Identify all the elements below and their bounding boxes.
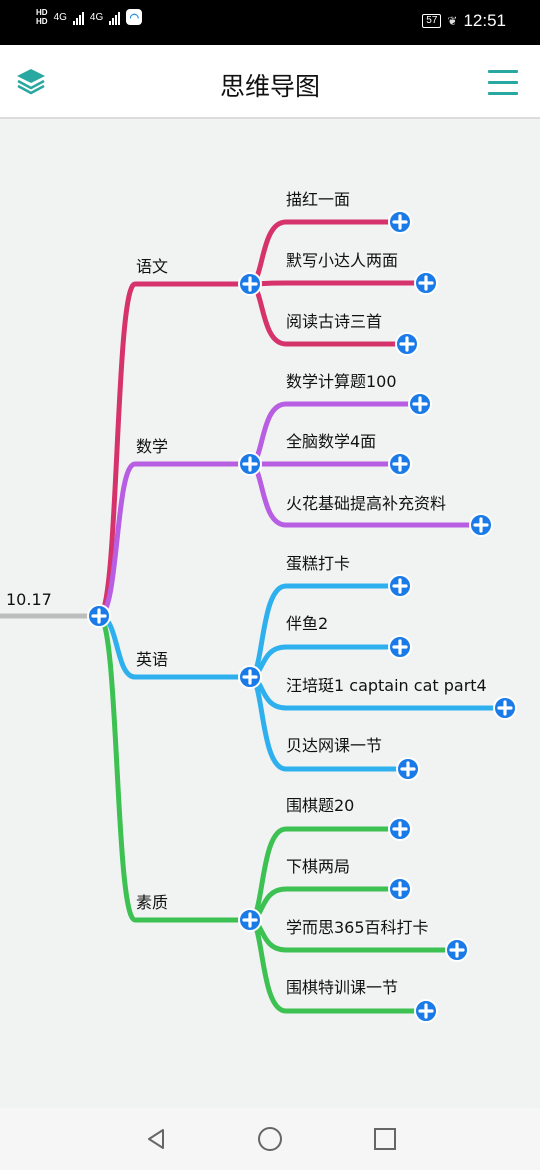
expand-button-2-1[interactable] bbox=[388, 635, 412, 659]
expand-button-2-0[interactable] bbox=[388, 574, 412, 598]
branch-line-0 bbox=[96, 281, 253, 619]
expand-button-2-2[interactable] bbox=[493, 696, 517, 720]
branch-label-0: 语文 bbox=[136, 257, 168, 276]
back-triangle-icon[interactable] bbox=[145, 1128, 167, 1150]
expand-button-1-1[interactable] bbox=[388, 452, 412, 476]
child-label-0-1: 默写小达人两面 bbox=[286, 251, 398, 270]
child-label-2-1: 伴鱼2 bbox=[286, 614, 328, 633]
child-line-0-1 bbox=[247, 280, 429, 287]
child-label-1-1: 全脑数学4面 bbox=[286, 432, 376, 451]
child-line-3-1 bbox=[247, 886, 403, 923]
expand-button-3-2[interactable] bbox=[445, 938, 469, 962]
expand-button-2-3[interactable] bbox=[396, 757, 420, 781]
child-label-2-3: 贝达网课一节 bbox=[286, 736, 382, 755]
branch-label-2: 英语 bbox=[136, 650, 168, 669]
expand-button-3-0[interactable] bbox=[388, 817, 412, 841]
expand-button-0-0[interactable] bbox=[388, 210, 412, 234]
expand-button-3-3[interactable] bbox=[414, 999, 438, 1023]
root-label: 10.17 bbox=[6, 590, 52, 609]
branch-expand-button-0[interactable] bbox=[238, 272, 262, 296]
child-label-2-0: 蛋糕打卡 bbox=[286, 554, 350, 573]
branch-line-2 bbox=[96, 613, 253, 680]
expand-button-3-1[interactable] bbox=[388, 877, 412, 901]
child-label-3-0: 围棋题20 bbox=[286, 796, 354, 815]
child-label-0-2: 阅读古诗三首 bbox=[286, 312, 382, 331]
expand-button-0-1[interactable] bbox=[414, 271, 438, 295]
child-label-3-2: 学而思365百科打卡 bbox=[286, 918, 429, 937]
expand-button-0-2[interactable] bbox=[395, 332, 419, 356]
branch-label-3: 素质 bbox=[136, 893, 168, 912]
expand-button-1-0[interactable] bbox=[408, 392, 432, 416]
root-expand-button[interactable] bbox=[87, 604, 111, 628]
mindmap-canvas: 10.17 语文 描红一面默写小达人两面阅读古诗三首数学 数学计算题100 全脑数学4面… bbox=[0, 190, 517, 1023]
branch-expand-button-1[interactable] bbox=[238, 452, 262, 476]
branch-expand-button-3[interactable] bbox=[238, 908, 262, 932]
home-circle-icon[interactable] bbox=[258, 1127, 282, 1151]
branch-label-1: 数学 bbox=[136, 437, 168, 456]
branch-line-1 bbox=[96, 461, 253, 619]
child-label-0-0: 描红一面 bbox=[286, 190, 350, 209]
child-label-2-2: 汪培珽1 captain cat part4 bbox=[286, 676, 487, 695]
expand-button-1-2[interactable] bbox=[469, 513, 493, 537]
branch-expand-button-2[interactable] bbox=[238, 665, 262, 689]
child-label-3-1: 下棋两局 bbox=[286, 857, 350, 876]
recent-square-icon[interactable] bbox=[374, 1128, 396, 1150]
child-label-1-0: 数学计算题100 bbox=[286, 372, 397, 391]
child-line-2-1 bbox=[247, 644, 403, 680]
child-label-1-2: 火花基础提高补充资料 bbox=[286, 494, 446, 513]
nav-bar bbox=[0, 1108, 540, 1170]
child-label-3-3: 围棋特训课一节 bbox=[286, 978, 398, 997]
